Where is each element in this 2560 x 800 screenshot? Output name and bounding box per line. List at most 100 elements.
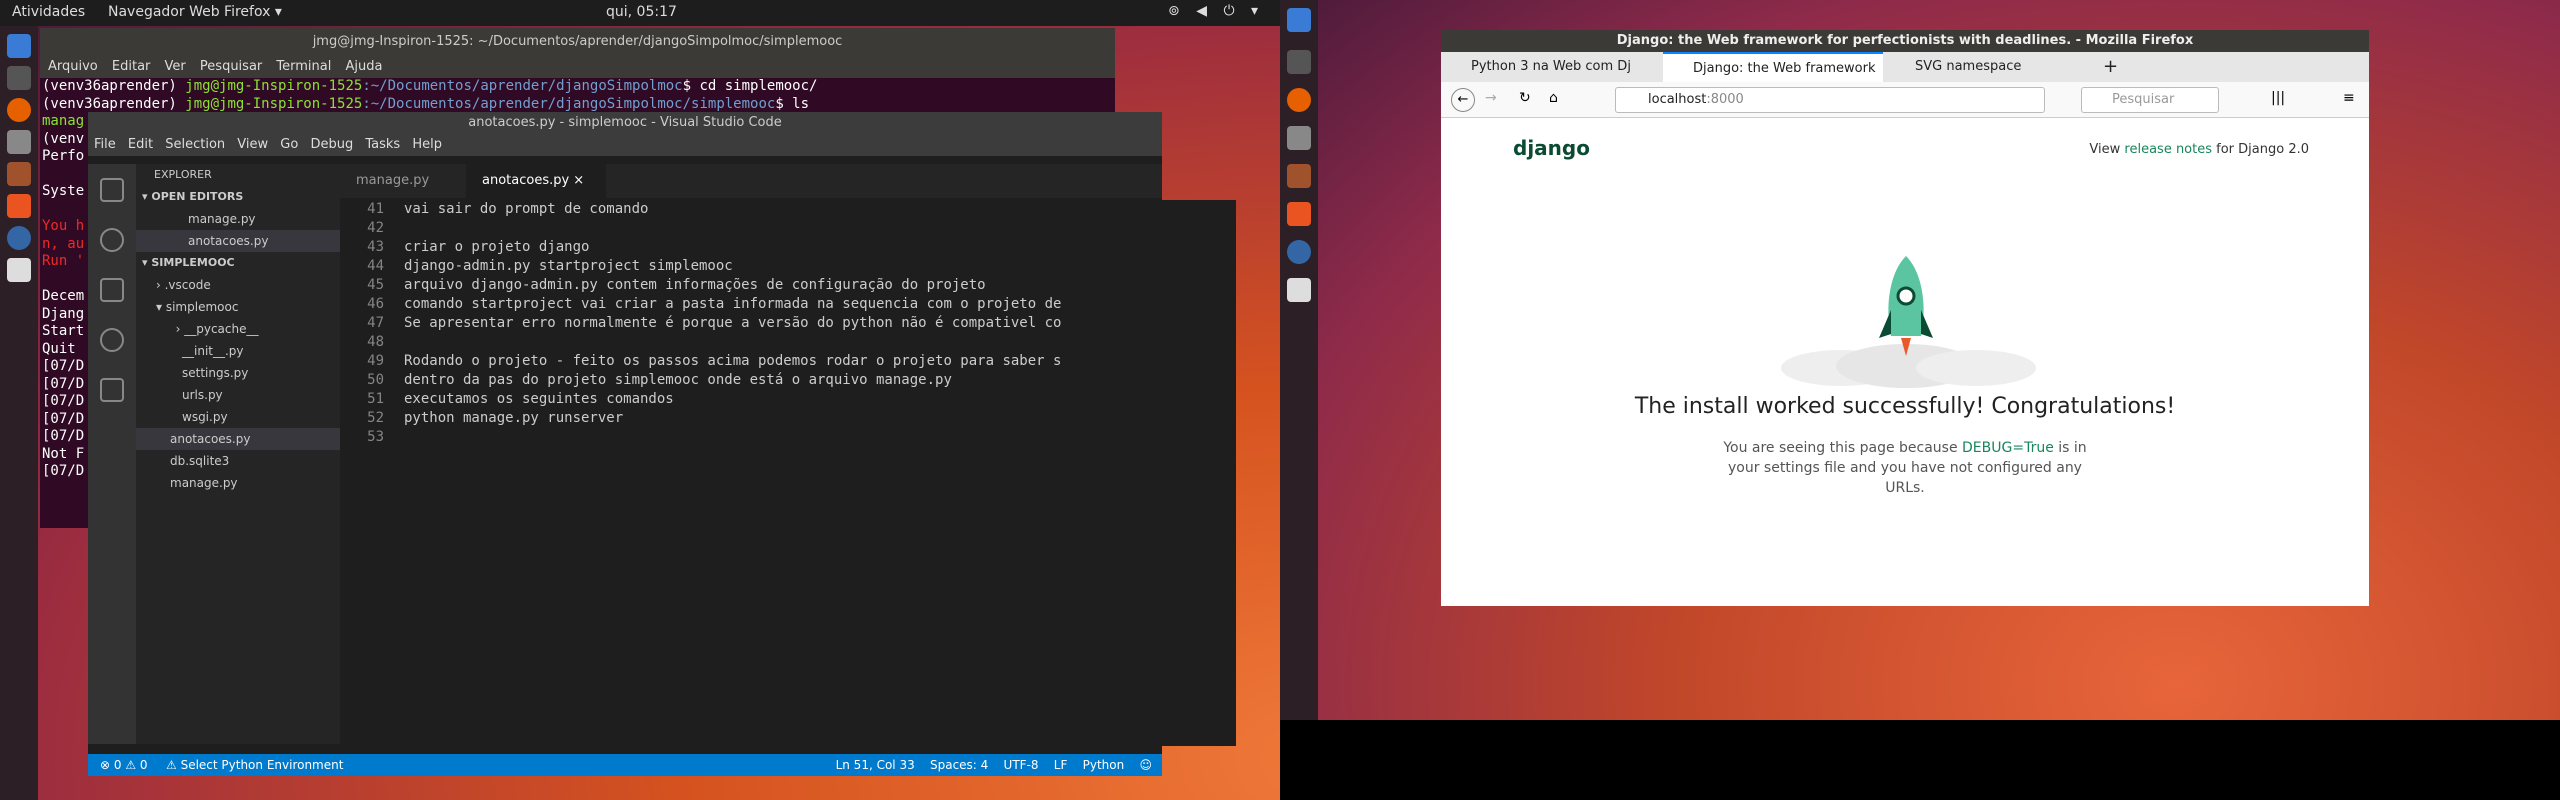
clock[interactable]: qui, 05:17 <box>606 4 677 20</box>
source-control-icon[interactable] <box>100 278 124 302</box>
disk-icon[interactable] <box>7 130 31 154</box>
tree-item[interactable]: __init__.py <box>136 340 340 362</box>
reload-button[interactable]: ↻ <box>1519 90 1531 106</box>
amazon-icon[interactable] <box>7 258 31 282</box>
menu-debug[interactable]: Debug <box>310 137 353 152</box>
menu-tasks[interactable]: Tasks <box>365 137 400 152</box>
disk-icon[interactable] <box>1287 126 1311 150</box>
menu-view[interactable]: View <box>237 137 268 152</box>
tree-item[interactable]: anotacoes.py <box>136 428 340 450</box>
tree-item[interactable]: › __pycache__ <box>136 318 340 340</box>
success-headline: The install worked successfully! Congrat… <box>1634 394 2176 419</box>
menu-go[interactable]: Go <box>280 137 298 152</box>
vscode-icon[interactable] <box>7 34 31 58</box>
menu-icon[interactable]: ≡ <box>2343 90 2355 106</box>
firefox-icon[interactable] <box>1287 88 1311 112</box>
explorer-title: EXPLORER <box>154 168 212 181</box>
vscode-icon[interactable] <box>1287 8 1311 32</box>
status-bar: ⊗ 0 ⚠ 0 ⚠ Select Python Environment Ln 5… <box>88 754 1162 776</box>
system-tray[interactable]: ⊚ ◀ ⏻ ▾ <box>1168 3 1264 19</box>
files-icon[interactable] <box>7 162 31 186</box>
terminal-line: (venv36aprender) jmg@jmg-Inspiron-1525:~… <box>42 78 818 94</box>
problems-indicator[interactable]: ⊗ 0 ⚠ 0 <box>100 754 148 776</box>
tree-item[interactable]: › .vscode <box>136 274 340 296</box>
search-icon[interactable] <box>100 228 124 252</box>
tab-anotacoes[interactable]: anotacoes.py × <box>466 164 606 198</box>
desktop-left: Atividades Navegador Web Firefox ▾ qui, … <box>0 0 1280 800</box>
release-notes-link[interactable]: release notes <box>2124 142 2212 157</box>
tree-item[interactable]: manage.py <box>136 472 340 494</box>
explorer-sidebar: EXPLORER ▾ OPEN EDITORS manage.py anotac… <box>136 164 340 744</box>
tab-python3[interactable]: Python 3 na Web com Dj <box>1441 52 1661 82</box>
dock <box>0 26 38 800</box>
firefox-window[interactable]: Django: the Web framework for perfection… <box>1441 30 2369 606</box>
terminal-icon[interactable] <box>7 66 31 90</box>
open-editors-header[interactable]: ▾ OPEN EDITORS <box>136 186 340 208</box>
django-page: django View release notes for Django 2.0… <box>1441 118 2369 606</box>
files-icon[interactable] <box>100 178 124 202</box>
terminal-menubar: Arquivo Editar Ver Pesquisar Terminal Aj… <box>40 56 1115 78</box>
code-line: 48 <box>367 334 384 350</box>
menu-arquivo[interactable]: Arquivo <box>48 59 98 74</box>
tree-item[interactable]: ▾ simplemooc <box>136 296 340 318</box>
menu-selection[interactable]: Selection <box>165 137 225 152</box>
open-file-item[interactable]: anotacoes.py <box>136 230 340 252</box>
project-header[interactable]: ▾ SIMPLEMOOC <box>136 252 340 274</box>
dock <box>1280 0 1318 720</box>
new-tab-button[interactable]: + <box>2091 52 2131 82</box>
terminal-line: (venv36aprender) jmg@jmg-Inspiron-1525:~… <box>42 95 810 112</box>
menu-terminal[interactable]: Terminal <box>276 59 331 74</box>
menu-pesquisar[interactable]: Pesquisar <box>200 59 262 74</box>
tree-item[interactable]: wsgi.py <box>136 406 340 428</box>
tree-item[interactable]: db.sqlite3 <box>136 450 340 472</box>
tab-django[interactable]: Django: the Web framework <box>1663 52 1883 82</box>
menu-ver[interactable]: Ver <box>165 59 186 74</box>
menu-editar[interactable]: Editar <box>112 59 151 74</box>
tree-item[interactable]: urls.py <box>136 384 340 406</box>
firefox-icon[interactable] <box>7 98 31 122</box>
vscode-window[interactable]: anotacoes.py - simplemooc - Visual Studi… <box>88 112 1236 776</box>
back-button[interactable]: ← <box>1451 88 1475 112</box>
release-notes-text: View release notes for Django 2.0 <box>2089 142 2309 157</box>
help-icon[interactable] <box>7 226 31 250</box>
terminal-title: jmg@jmg-Inspiron-1525: ~/Documentos/apre… <box>40 28 1115 56</box>
python-env-selector[interactable]: ⚠ Select Python Environment <box>166 754 343 776</box>
code-line: 45 arquivo django-admin.py contem informa… <box>367 277 986 293</box>
debug-setting: DEBUG=True <box>1962 440 2054 456</box>
django-logo[interactable]: django <box>1513 136 1590 160</box>
app-menu[interactable]: Navegador Web Firefox ▾ <box>108 4 282 20</box>
terminal-icon[interactable] <box>1287 50 1311 74</box>
help-icon[interactable] <box>1287 240 1311 264</box>
menu-edit[interactable]: Edit <box>128 137 153 152</box>
home-button[interactable]: ⌂ <box>1549 90 1558 106</box>
tab-strip: Python 3 na Web com Dj Django: the Web f… <box>1441 52 2369 82</box>
menu-file[interactable]: File <box>94 137 116 152</box>
library-icon[interactable]: ||| <box>2271 90 2285 106</box>
vscode-title: anotacoes.py - simplemooc - Visual Studi… <box>88 112 1162 134</box>
menu-ajuda[interactable]: Ajuda <box>346 59 383 74</box>
firefox-title: Django: the Web framework for perfection… <box>1441 30 2369 52</box>
open-file-item[interactable]: manage.py <box>136 208 340 230</box>
software-icon[interactable] <box>7 194 31 218</box>
status-right[interactable]: Ln 51, Col 33 Spaces: 4 UTF-8 LF Python … <box>836 754 1152 776</box>
minimap[interactable] <box>1156 200 1236 746</box>
files-icon[interactable] <box>1287 164 1311 188</box>
software-icon[interactable] <box>1287 202 1311 226</box>
rocket-illustration <box>1781 256 2036 388</box>
search-input[interactable]: Pesquisar <box>2081 87 2219 113</box>
code-line: 49 Rodando o projeto - feito os passos ac… <box>367 353 1062 369</box>
code-editor[interactable]: 41 vai sair do prompt de comando 42 43 cri… <box>340 200 1156 746</box>
tab-svg[interactable]: SVG namespace <box>1885 52 2085 82</box>
amazon-icon[interactable] <box>1287 278 1311 302</box>
activities-button[interactable]: Atividades <box>12 4 85 20</box>
tree-item[interactable]: settings.py <box>136 362 340 384</box>
code-line: 46 comando startproject vai criar a pasta… <box>367 296 1062 312</box>
code-line: 42 <box>367 220 384 236</box>
forward-button[interactable]: → <box>1485 90 1497 106</box>
top-bar: Atividades Navegador Web Firefox ▾ qui, … <box>0 0 1280 26</box>
menu-help[interactable]: Help <box>412 137 442 152</box>
tab-manage[interactable]: manage.py <box>340 164 466 198</box>
debug-icon[interactable] <box>100 328 124 352</box>
url-bar[interactable]: localhost:8000 <box>1615 87 2045 113</box>
extensions-icon[interactable] <box>100 378 124 402</box>
